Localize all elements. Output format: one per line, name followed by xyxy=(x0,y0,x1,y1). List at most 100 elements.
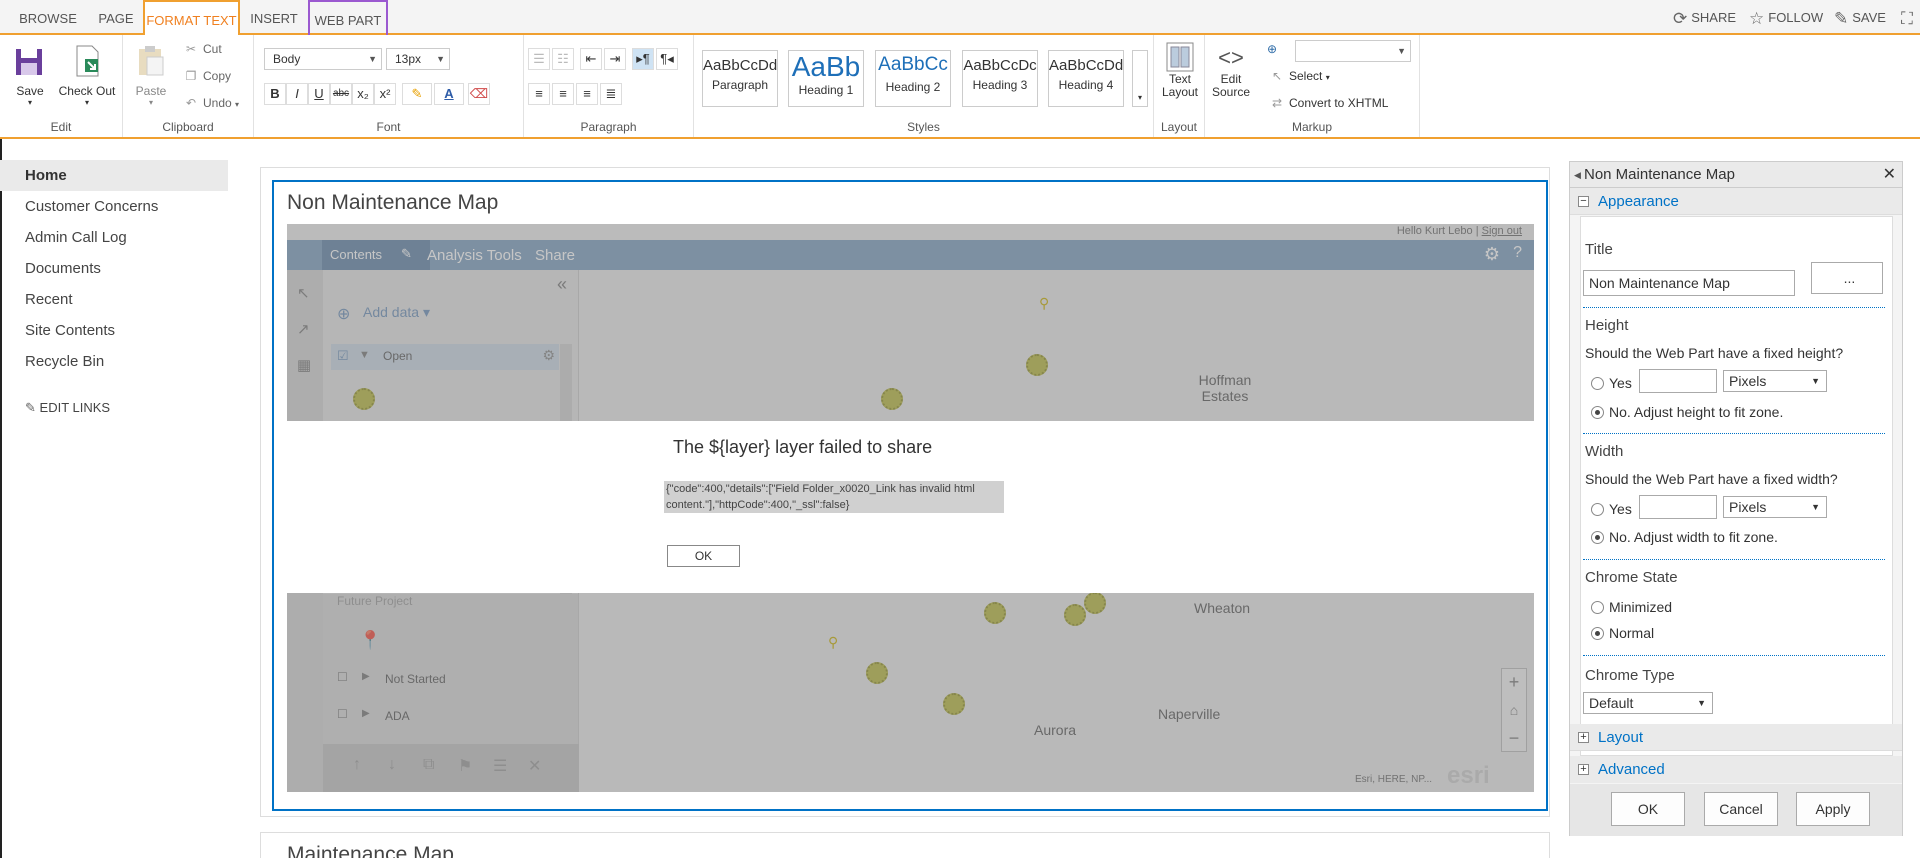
copy-icon: ❐ xyxy=(185,69,197,83)
share-button[interactable]: ⟳ SHARE xyxy=(1673,0,1736,35)
width-no-radio[interactable] xyxy=(1591,531,1604,544)
close-icon[interactable]: ✕ xyxy=(1883,162,1896,188)
tool-pane-apply-button[interactable]: Apply xyxy=(1796,792,1870,826)
tab-web-part[interactable]: WEB PART xyxy=(308,0,388,35)
align-right-icon[interactable]: ≡ xyxy=(576,83,598,105)
language-icon[interactable]: ⊕ xyxy=(1267,42,1277,56)
underline-button[interactable]: U xyxy=(308,83,330,105)
subscript-button[interactable]: x₂ xyxy=(352,83,374,105)
chrome-state-label: Chrome State xyxy=(1585,569,1678,586)
title-input[interactable]: Non Maintenance Map xyxy=(1583,270,1795,296)
font-group-label: Font xyxy=(376,120,401,134)
align-left-icon[interactable]: ≡ xyxy=(528,83,550,105)
undo-button[interactable]: ↶ Undo ▾ xyxy=(183,96,239,110)
scissors-icon: ✂ xyxy=(185,42,197,56)
outdent-icon[interactable]: ⇤ xyxy=(580,48,602,70)
nav-item-home[interactable]: Home xyxy=(0,160,228,191)
bold-button[interactable]: B xyxy=(264,83,286,105)
nav-item-documents[interactable]: Documents xyxy=(0,253,228,284)
nav-item-recycle-bin[interactable]: Recycle Bin xyxy=(0,346,228,377)
font-family-select[interactable]: Body ▼ xyxy=(264,48,382,70)
bullet-list-icon[interactable]: ☰ xyxy=(528,48,550,70)
check-out-button[interactable]: Check Out ▾ xyxy=(56,43,118,107)
convert-icon: ⇄ xyxy=(1271,96,1283,110)
markup-group-label: Markup xyxy=(1291,120,1332,134)
rtl-icon[interactable]: ¶◂ xyxy=(656,48,678,70)
justify-icon[interactable]: ≣ xyxy=(600,83,622,105)
nav-item-site-contents[interactable]: Site Contents xyxy=(0,315,228,346)
cut-button[interactable]: ✂ Cut xyxy=(183,42,222,56)
section-advanced[interactable]: + Advanced xyxy=(1570,756,1902,783)
markup-styles-select[interactable]: ▼ xyxy=(1295,40,1411,62)
tab-insert[interactable]: INSERT xyxy=(240,0,308,35)
focus-icon[interactable]: ⛶ xyxy=(1901,0,1917,35)
save-button[interactable]: Save ▾ xyxy=(10,43,50,107)
style-paragraph[interactable]: AaBbCcDdI Paragraph xyxy=(702,50,778,107)
width-yes-label: Yes xyxy=(1609,501,1632,517)
chrome-normal-radio[interactable] xyxy=(1591,627,1604,640)
edit-group-label: Edit xyxy=(50,120,72,134)
width-label: Width xyxy=(1585,443,1624,460)
height-value-input[interactable] xyxy=(1639,369,1717,393)
dialog-ok-button[interactable]: OK xyxy=(667,545,740,567)
style-heading-4[interactable]: AaBbCcDdI Heading 4 xyxy=(1048,50,1124,107)
style-heading-2[interactable]: AaBbCc Heading 2 xyxy=(875,50,951,107)
star-icon: ☆ xyxy=(1749,9,1765,28)
tool-pane-footer: OK Cancel Apply xyxy=(1570,784,1902,836)
nav-item-customer-concerns[interactable]: Customer Concerns xyxy=(0,191,228,222)
edit-links-button[interactable]: ✎ EDIT LINKS xyxy=(25,400,110,416)
left-navigation: Home Customer Concerns Admin Call Log Do… xyxy=(0,160,228,377)
dialog-message: {"code":400,"details":["Field Folder_x00… xyxy=(664,481,1004,513)
font-size-select[interactable]: 13px ▼ xyxy=(386,48,450,70)
numbered-list-icon[interactable]: ☷ xyxy=(552,48,574,70)
clear-format-icon[interactable]: ⌫ xyxy=(468,83,490,105)
tab-format-text[interactable]: FORMAT TEXT xyxy=(143,0,240,36)
nav-item-recent[interactable]: Recent xyxy=(0,284,228,315)
collapse-arrow-icon[interactable]: ◀ xyxy=(1574,162,1581,188)
style-heading-3[interactable]: AaBbCcDc Heading 3 xyxy=(962,50,1038,107)
copy-button[interactable]: ❐ Copy xyxy=(183,69,231,83)
styles-more-button[interactable]: ▾ xyxy=(1132,50,1148,107)
highlight-color-button[interactable]: ✎ xyxy=(402,83,432,105)
section-layout[interactable]: + Layout xyxy=(1570,724,1902,751)
chrome-minimized-radio[interactable] xyxy=(1591,601,1604,614)
collapse-box-icon: − xyxy=(1578,196,1589,207)
height-yes-radio[interactable] xyxy=(1591,377,1604,390)
paste-button[interactable]: Paste ▾ xyxy=(131,43,171,107)
chevron-down-icon: ▼ xyxy=(436,54,445,64)
style-heading-1[interactable]: AaBb Heading 1 xyxy=(788,50,864,107)
ltr-icon[interactable]: ▸¶ xyxy=(632,48,654,70)
title-builder-button[interactable]: ... xyxy=(1811,262,1883,294)
chrome-type-select[interactable]: Default ▼ xyxy=(1583,692,1713,714)
font-color-button[interactable]: A xyxy=(434,83,464,105)
ribbon-group-font: Body ▼ 13px ▼ B I U abc x₂ x² ✎ A ⌫ Font xyxy=(254,35,524,137)
chrome-type-label: Chrome Type xyxy=(1585,667,1675,684)
indent-icon[interactable]: ⇥ xyxy=(604,48,626,70)
width-unit-select[interactable]: Pixels ▼ xyxy=(1723,496,1827,518)
height-label: Height xyxy=(1585,317,1629,334)
convert-xhtml-button[interactable]: ⇄ Convert to XHTML xyxy=(1269,96,1388,110)
edit-source-button[interactable]: <> Edit Source xyxy=(1211,43,1251,99)
height-unit-select[interactable]: Pixels ▼ xyxy=(1723,370,1827,392)
strikethrough-button[interactable]: abc xyxy=(330,83,352,105)
width-value-input[interactable] xyxy=(1639,495,1717,519)
italic-button[interactable]: I xyxy=(286,83,308,105)
tool-pane-ok-button[interactable]: OK xyxy=(1611,792,1685,826)
superscript-button[interactable]: x² xyxy=(374,83,396,105)
text-layout-button[interactable]: Text Layout xyxy=(1157,41,1203,99)
tab-browse[interactable]: BROWSE xyxy=(8,0,88,35)
paste-icon xyxy=(139,46,164,76)
select-button[interactable]: ↖ Select ▾ xyxy=(1269,69,1330,83)
follow-button[interactable]: ☆ FOLLOW xyxy=(1749,0,1823,35)
height-no-radio[interactable] xyxy=(1591,406,1604,419)
height-question: Should the Web Part have a fixed height? xyxy=(1585,345,1844,361)
align-center-icon[interactable]: ≡ xyxy=(552,83,574,105)
nav-item-admin-call-log[interactable]: Admin Call Log xyxy=(0,222,228,253)
pencil-icon: ✎ xyxy=(25,400,36,415)
chevron-down-icon: ▼ xyxy=(368,54,377,64)
width-yes-radio[interactable] xyxy=(1591,503,1604,516)
save-page-button[interactable]: ✎ SAVE xyxy=(1834,0,1886,35)
section-appearance[interactable]: − Appearance xyxy=(1570,188,1902,215)
tool-pane-cancel-button[interactable]: Cancel xyxy=(1704,792,1778,826)
tab-page[interactable]: PAGE xyxy=(88,0,144,35)
